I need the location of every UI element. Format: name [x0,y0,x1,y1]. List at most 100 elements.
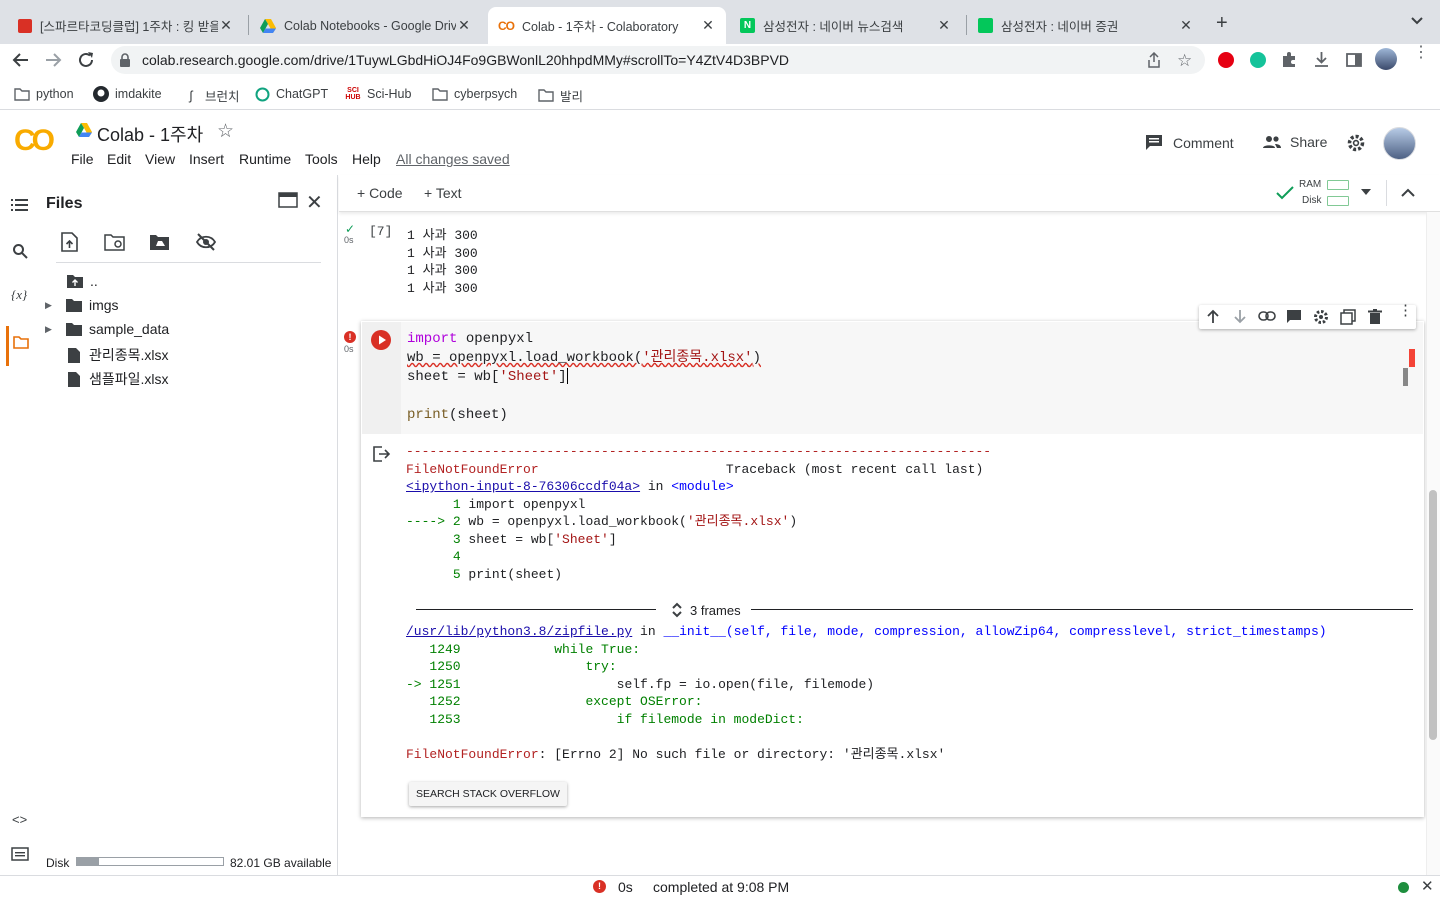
profile-avatar[interactable] [1375,48,1397,70]
notebook-title[interactable]: Colab - 1주차 [97,121,203,147]
browser-tab-2[interactable]: Colab Notebooks - Google Drive ✕ [250,7,482,44]
link-cell-icon[interactable] [1258,311,1276,321]
search-icon[interactable] [12,243,28,259]
delete-cell-icon[interactable] [1368,309,1382,325]
folder-imgs[interactable]: ▶ imgs [45,297,119,313]
tab-search-chevron-icon[interactable] [1410,14,1424,28]
url-text[interactable]: colab.research.google.com/drive/1TuywLGb… [142,52,789,68]
file-excel-2[interactable]: 샘플파일.xlsx [67,369,169,389]
extensions-puzzle-icon[interactable] [1281,51,1298,68]
add-comment-icon[interactable] [1286,309,1302,324]
share-page-icon[interactable] [1146,52,1162,68]
files-folder-icon[interactable] [13,336,29,349]
menu-insert[interactable]: Insert [189,151,224,167]
browser-tab-3-active[interactable]: CO Colab - 1주차 - Colaboratory ✕ [488,7,726,44]
expand-arrow-icon[interactable]: ▶ [45,300,59,311]
folder-sample-data[interactable]: ▶ sample_data [45,321,169,337]
run-cell-button[interactable] [371,330,391,350]
expand-frames-button[interactable]: 3 frames [671,601,741,619]
bookmark-scihub[interactable]: SCI HUB Sci-Hub [345,86,411,102]
expand-arrow-icon[interactable]: ▶ [45,324,59,335]
variables-icon[interactable]: {x} [11,287,27,303]
bookmark-chatgpt[interactable]: ChatGPT [254,86,328,102]
close-panel-icon[interactable]: ✕ [306,190,323,215]
menu-view[interactable]: View [145,151,175,167]
notebook-scrollbar-thumb[interactable] [1429,490,1437,740]
menu-help[interactable]: Help [352,151,381,167]
runtime-dropdown-icon[interactable] [1361,189,1371,195]
search-stack-overflow-button[interactable]: SEARCH STACK OVERFLOW [409,782,567,806]
side-panel-icon[interactable] [1346,52,1362,68]
bookmark-bali[interactable]: 발리 [538,86,583,105]
back-arrow-icon[interactable] [12,51,30,69]
mount-drive-icon[interactable] [149,234,171,251]
browser-tab-4[interactable]: N 삼성전자 : 네이버 뉴스검색 ✕ [730,7,962,44]
code-scrollbar[interactable] [1403,368,1408,386]
ipython-input-link[interactable]: <ipython-input-8-76306ccdf04a> [406,479,640,494]
browser-menu-kebab-icon[interactable]: ⋮ [1413,45,1429,61]
add-text-button[interactable]: + Text [424,185,462,201]
close-tab-icon[interactable]: ✕ [1178,17,1194,34]
add-code-button[interactable]: + Code [357,185,403,201]
menu-file[interactable]: File [71,151,94,167]
close-tab-icon[interactable]: ✕ [218,17,234,34]
bookmark-label: python [36,87,74,101]
cell1-time: 0s [344,235,354,245]
open-in-tab-icon[interactable] [278,192,298,208]
bookmark-label: imdakite [115,87,162,101]
close-tab-icon[interactable]: ✕ [456,17,472,34]
close-tab-icon[interactable]: ✕ [700,17,716,34]
upload-file-icon[interactable] [61,232,78,252]
bookmark-imdakite[interactable]: imdakite [93,86,162,102]
command-palette-icon[interactable] [11,847,29,861]
zipfile-link[interactable]: /usr/lib/python3.8/zipfile.py [406,624,632,639]
disk-resource-bar[interactable] [1327,196,1349,206]
menu-tools[interactable]: Tools [305,151,338,167]
save-status[interactable]: All changes saved [396,151,510,167]
user-avatar[interactable] [1383,127,1416,160]
star-icon[interactable]: ☆ [217,120,234,143]
menu-runtime[interactable]: Runtime [239,151,291,167]
collapse-header-chevron-icon[interactable] [1401,188,1415,198]
refresh-folder-icon[interactable] [104,234,126,251]
code-content[interactable]: import openpyxl wb = openpyxl.load_workbo… [407,330,761,425]
move-cell-down-icon[interactable] [1233,309,1247,324]
google-drive-icon [260,18,276,33]
browser-tab-5[interactable]: 삼성전자 : 네이버 증권 ✕ [968,7,1204,44]
clear-output-icon[interactable] [373,446,391,462]
status-error-icon[interactable]: ! [593,880,606,893]
reload-icon[interactable] [77,51,95,69]
code-line-1: import openpyxl [407,331,534,347]
new-tab-icon[interactable]: + [1216,12,1228,35]
traceback-src-line: 1 import openpyxl [452,496,586,512]
cell-settings-gear-icon[interactable] [1313,309,1329,325]
grammarly-extension-icon[interactable] [1250,52,1266,68]
move-cell-up-icon[interactable] [1206,309,1220,324]
forward-arrow-icon[interactable] [44,51,62,69]
mirror-cell-icon[interactable] [1340,309,1356,325]
bookmark-star-icon[interactable]: ☆ [1177,51,1192,71]
hide-files-eye-icon[interactable] [195,232,217,252]
ram-usage-bar[interactable] [1327,180,1349,190]
disk-usage-fill [77,858,99,865]
comment-button[interactable]: Comment [1145,134,1234,151]
bookmark-cyberpsych[interactable]: cyberpsych [432,86,517,102]
table-of-contents-icon[interactable] [11,197,29,213]
settings-gear-icon[interactable] [1346,133,1366,153]
browser-tab-1[interactable]: [스파르타코딩클럽] 1주차 : 킹 받을 수 ✕ [8,7,244,44]
file-parent-dir[interactable]: .. [66,273,98,289]
folder-icon [65,322,83,337]
bookmark-brunch[interactable]: ʃ 브런치 [183,86,240,105]
lock-icon[interactable] [119,53,131,67]
bookmark-python[interactable]: python [14,86,74,102]
menu-edit[interactable]: Edit [107,151,131,167]
share-button[interactable]: Share [1262,134,1327,150]
download-icon[interactable] [1313,51,1330,68]
opera-extension-icon[interactable] [1218,52,1234,68]
cell-more-options-icon[interactable]: ⋮ [1398,303,1413,318]
code-snippets-icon[interactable]: <> [12,812,27,827]
colab-logo[interactable]: CO [14,124,55,158]
file-excel-1[interactable]: 관리종목.xlsx [67,345,169,365]
close-tab-icon[interactable]: ✕ [936,17,952,34]
close-status-icon[interactable]: ✕ [1421,877,1434,895]
